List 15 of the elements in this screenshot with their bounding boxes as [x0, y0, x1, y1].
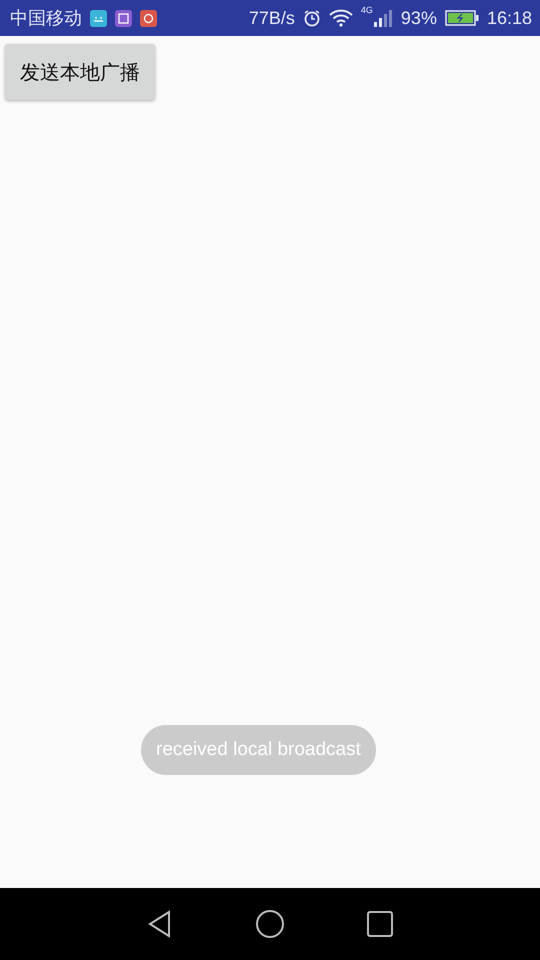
wifi-icon [328, 9, 353, 27]
app-notification-icon [90, 10, 107, 26]
app-notification-icon [140, 10, 157, 26]
signal-icon [372, 9, 393, 27]
alarm-icon [302, 9, 321, 27]
network-type: 4G [360, 5, 373, 15]
network-speed: 77B/s [248, 8, 295, 28]
recent-apps-icon[interactable] [365, 909, 395, 939]
clock: 16:18 [486, 8, 532, 28]
home-icon[interactable] [255, 909, 285, 939]
battery-icon [444, 10, 479, 26]
carrier-name: 中国移动 [10, 7, 82, 30]
image-notification-icon [115, 10, 132, 26]
send-broadcast-button[interactable]: 发送本地广播 [5, 44, 155, 100]
battery-percent: 93% [400, 8, 437, 28]
